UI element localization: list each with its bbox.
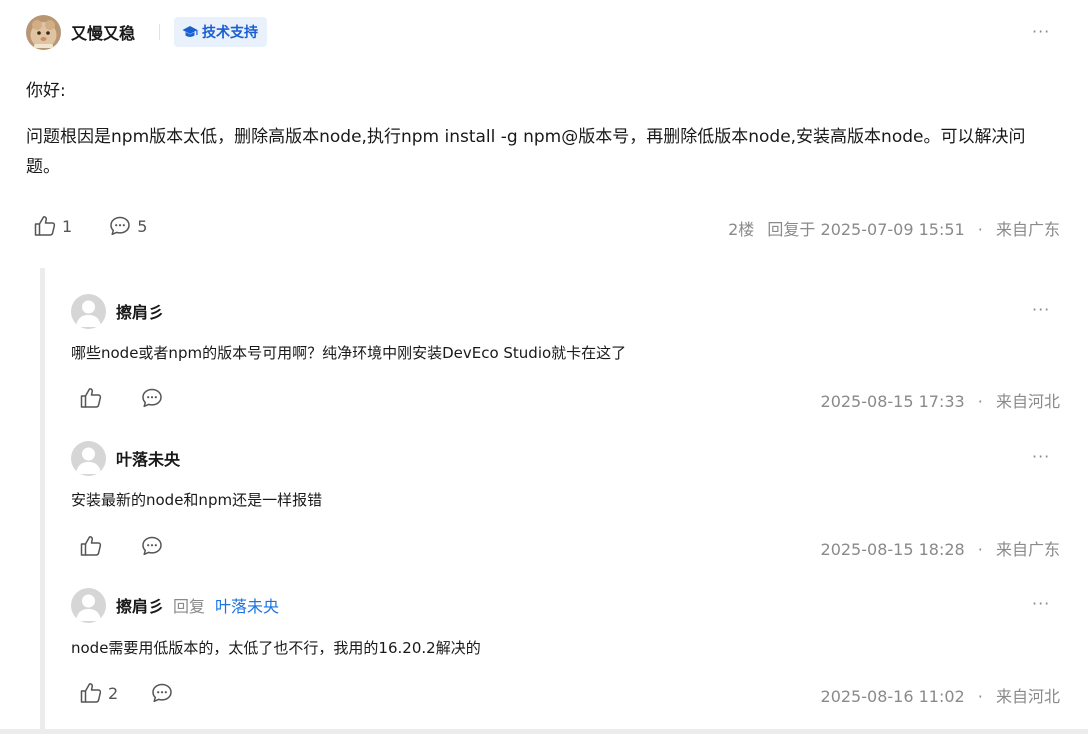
thumbs-up-icon: [34, 216, 56, 236]
reply-author[interactable]: 擦肩彡: [116, 299, 164, 323]
comment-bubble-icon: [152, 683, 172, 703]
separator-dot: ·: [977, 392, 983, 411]
thumbs-up-icon: [80, 536, 102, 556]
reply-meta: 2025-08-16 11:02 · 来自河北: [821, 683, 1060, 707]
more-dots-icon[interactable]: ···: [1032, 22, 1050, 41]
like-button[interactable]: 2: [79, 681, 118, 705]
reply-header: 擦肩彡 回复 叶落未央: [71, 587, 279, 623]
comment-button[interactable]: [140, 534, 164, 558]
reply-datetime: 2025-08-16 11:02: [820, 687, 965, 706]
comment-bubble-icon: [110, 216, 130, 236]
reply-text: 安装最新的node和npm还是一样报错: [71, 491, 323, 509]
like-button[interactable]: [79, 534, 108, 558]
post-author-row: 又慢又稳 技术支持: [26, 14, 268, 50]
comment-button[interactable]: [140, 386, 164, 410]
badge-label: 技术支持: [202, 25, 259, 41]
avatar[interactable]: [71, 440, 106, 476]
comment-count: 5: [137, 216, 148, 236]
post-body: 问题根因是npm版本太低，删除高版本node,执行npm install -g …: [26, 127, 1026, 177]
separator-dot: ·: [977, 540, 983, 559]
reply-meta: 2025-08-15 17:33 · 来自河北: [821, 388, 1060, 412]
reply-meta: 2025-08-15 18:28 · 来自广东: [821, 536, 1060, 560]
reply-to-label: 回复: [173, 597, 206, 616]
reply-time-label: 回复于: [767, 220, 816, 239]
separator-dot: ·: [977, 220, 983, 239]
like-button[interactable]: [79, 386, 108, 410]
reply-target-link[interactable]: 叶落未央: [215, 593, 279, 617]
reply-actions: [79, 534, 164, 558]
thumbs-up-icon: [80, 683, 102, 703]
post-actions: 1 5: [33, 214, 147, 238]
avatar[interactable]: [71, 587, 106, 623]
reply-header: 擦肩彡: [71, 293, 164, 329]
reply-location: 来自河北: [995, 687, 1060, 706]
author-name[interactable]: 又慢又稳: [71, 20, 135, 44]
post-greeting: 你好:: [26, 81, 66, 101]
reply-location: 来自河北: [995, 392, 1060, 411]
graduation-cap-icon: [182, 26, 198, 37]
comment-bubble-icon: [142, 536, 162, 556]
floor-number: 2楼: [728, 220, 755, 239]
replies-indent-bar: [40, 268, 45, 734]
reply-author[interactable]: 叶落未央: [116, 446, 180, 470]
avatar[interactable]: [26, 14, 61, 50]
reply-datetime: 2025-08-15 18:28: [820, 540, 965, 559]
thumbs-up-icon: [80, 388, 102, 408]
comment-bubble-icon: [142, 388, 162, 408]
comment-button[interactable]: [150, 681, 174, 705]
more-dots-icon[interactable]: ···: [1032, 300, 1050, 319]
reply-text: node需要用低版本的，太低了也不行，我用的16.20.2解决的: [71, 639, 481, 657]
like-count: 1: [62, 216, 73, 236]
comment-button[interactable]: 5: [108, 214, 147, 238]
avatar[interactable]: [71, 293, 106, 329]
post-meta: 2楼 回复于 2025-07-09 15:51 · 来自广东: [728, 216, 1060, 240]
bottom-divider: [0, 729, 1088, 734]
reply-location: 来自广东: [995, 540, 1060, 559]
tech-support-badge: 技术支持: [174, 17, 268, 47]
post-location: 来自广东: [995, 220, 1060, 239]
reply-datetime: 2025-08-15 17:33: [820, 392, 965, 411]
separator-dot: ·: [977, 687, 983, 706]
more-dots-icon[interactable]: ···: [1032, 447, 1050, 466]
reply-header: 叶落未央: [71, 440, 180, 476]
reply-actions: 2: [79, 681, 174, 705]
divider: [159, 24, 161, 40]
reply-actions: [79, 386, 164, 410]
reply-text: 哪些node或者npm的版本号可用啊？纯净环境中刚安装DevEco Studio…: [71, 344, 627, 362]
reply-author[interactable]: 擦肩彡: [116, 593, 164, 617]
like-button[interactable]: 1: [33, 214, 72, 238]
post-datetime: 2025-07-09 15:51: [820, 220, 965, 239]
like-count: 2: [108, 683, 119, 703]
more-dots-icon[interactable]: ···: [1032, 594, 1050, 613]
